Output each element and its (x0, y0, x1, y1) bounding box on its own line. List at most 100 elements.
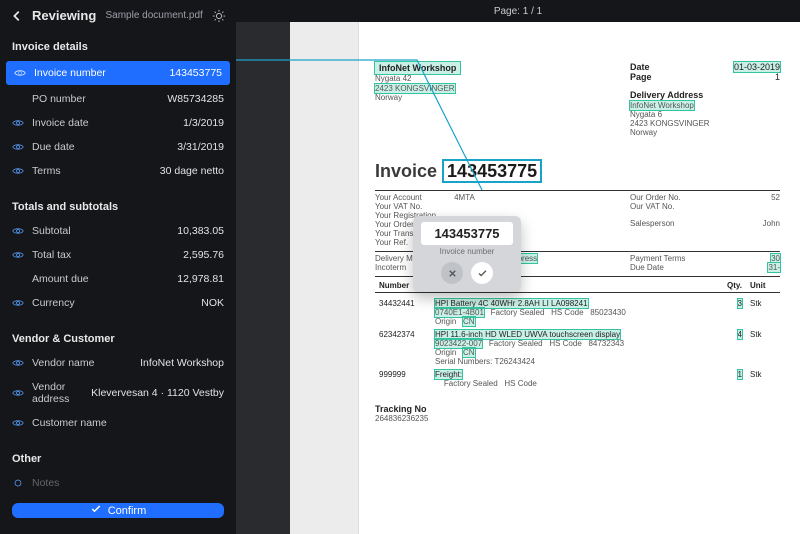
field-label: Total tax (32, 249, 175, 261)
field-currency[interactable]: Currency NOK (0, 291, 236, 315)
doc-your-account-v: 4MTA (454, 193, 475, 202)
th-unit: Unit (746, 279, 780, 293)
field-label: Vendor name (32, 357, 132, 369)
field-value: 1/3/2019 (183, 117, 224, 129)
li-sub: CN (463, 348, 475, 357)
eye-icon (12, 117, 24, 129)
section-other: Other (0, 443, 236, 471)
doc-delivery-label: Delivery Address (630, 90, 780, 100)
field-label: Notes (32, 477, 224, 489)
li-desc: Freight: (435, 370, 462, 379)
field-customer-name[interactable]: Customer name (0, 411, 236, 435)
field-total-tax[interactable]: Total tax 2,595.76 (0, 243, 236, 267)
doc-your-account: Your Account (375, 193, 422, 202)
field-label: Invoice date (32, 117, 175, 129)
li-sub: HS Code (504, 379, 536, 388)
li-unit: Stk (746, 368, 780, 390)
li-sub: Factory Sealed (444, 379, 498, 388)
eye-icon (12, 249, 24, 261)
field-label: Due date (32, 141, 169, 153)
doc-page-label: Page (630, 72, 652, 82)
field-label: Subtotal (32, 225, 169, 237)
field-value: W85734285 (167, 93, 224, 105)
li-sub: HS Code (551, 308, 583, 317)
doc-page-value: 1 (775, 72, 780, 82)
doc-due-date-v: 31- (768, 263, 780, 272)
field-value: 10,383.05 (177, 225, 224, 237)
li-sub: 0740E1-4B01 (435, 308, 484, 317)
section-totals: Totals and subtotals (0, 191, 236, 219)
li-unit: Stk (746, 297, 780, 328)
doc-incoterm: Incoterm (375, 263, 406, 272)
confirm-label: Confirm (108, 505, 147, 517)
field-label: Vendor address (32, 381, 83, 405)
field-terms[interactable]: Terms 30 dage netto (0, 159, 236, 183)
doc-delivery-country: Norway (630, 128, 780, 137)
field-vendor-address[interactable]: Vendor address Klevervesan 4 · 1120 Vest… (0, 375, 236, 411)
doc-delivery-city: 2423 KONGSVINGER (630, 119, 780, 128)
li-sub: 85023430 (590, 308, 626, 317)
document-page[interactable]: InfoNet Workshop Nygata 42 2423 KONGSVIN… (358, 22, 800, 534)
field-value: 2,595.76 (183, 249, 224, 261)
field-value: 3/31/2019 (177, 141, 224, 153)
field-label: Currency (32, 297, 193, 309)
li-sub: T26243424 (494, 357, 534, 366)
doc-sender-name: InfoNet Workshop (375, 62, 460, 74)
doc-payment-terms-v: 30 (771, 254, 780, 263)
field-value: 30 dage netto (160, 165, 224, 177)
field-value: Klevervesan 4 · 1120 Vestby (91, 387, 224, 399)
doc-sender-city: 2423 KONGSVINGER (375, 84, 455, 93)
page-mode-title: Reviewing (32, 8, 96, 23)
popover-reject-button[interactable] (441, 262, 463, 284)
doc-our-vat: Our VAT No. (630, 202, 780, 211)
field-label: Invoice number (34, 67, 161, 79)
gear-icon[interactable] (212, 9, 226, 23)
field-notes[interactable]: Notes (0, 471, 236, 495)
li-sub: 9023422-007 (435, 339, 482, 348)
field-po-number[interactable]: PO number W85734285 (0, 87, 236, 111)
field-invoice-date[interactable]: Invoice date 1/3/2019 (0, 111, 236, 135)
section-invoice-details: Invoice details (0, 31, 236, 59)
eye-icon (12, 297, 24, 309)
field-subtotal[interactable]: Subtotal 10,383.05 (0, 219, 236, 243)
li-sub: Origin (435, 348, 456, 357)
field-amount-due[interactable]: Amount due 12,978.81 (0, 267, 236, 291)
li-sub: CN (463, 317, 475, 326)
popover-value: 143453775 (421, 222, 513, 245)
doc-our-order-v: 52 (771, 193, 780, 202)
li-num: 62342374 (375, 328, 431, 368)
li-sub: Factory Sealed (489, 339, 543, 348)
li-desc: HPI 11.6-inch HD WLED UWVA touchscreen d… (435, 330, 620, 339)
line-item-row: 999999 Freight: Factory Sealed HS Code 1… (375, 368, 780, 390)
doc-invoice-number: 143453775 (442, 159, 542, 183)
th-qty: Qty. (712, 279, 746, 293)
value-popover: 143453775 Invoice number (413, 216, 521, 292)
doc-your-vat: Your VAT No. (375, 202, 630, 211)
doc-delivery-name: InfoNet Workshop (630, 101, 694, 110)
eye-icon (12, 417, 24, 429)
page-indicator: Page: 1 / 1 (494, 6, 542, 17)
doc-invoice-word: Invoice (375, 161, 437, 181)
doc-your-ref: Your Ref. (375, 238, 408, 247)
doc-tracking-label: Tracking No (375, 404, 780, 414)
doc-tracking-value: 264836236235 (375, 414, 780, 423)
eye-icon (12, 357, 24, 369)
back-arrow-icon[interactable] (10, 9, 24, 23)
doc-sender-country: Norway (375, 93, 630, 102)
field-invoice-number[interactable]: Invoice number 143453775 (6, 61, 230, 85)
line-item-row: 62342374 HPI 11.6-inch HD WLED UWVA touc… (375, 328, 780, 368)
popover-accept-button[interactable] (471, 262, 493, 284)
li-qty: 4 (738, 330, 742, 339)
doc-due-date-label: Due Date (630, 263, 664, 272)
field-vendor-name[interactable]: Vendor name InfoNet Workshop (0, 351, 236, 375)
confirm-button[interactable]: Confirm (12, 503, 224, 518)
li-sub: 84732343 (588, 339, 624, 348)
li-unit: Stk (746, 328, 780, 368)
field-due-date[interactable]: Due date 3/31/2019 (0, 135, 236, 159)
field-value: NOK (201, 297, 224, 309)
doc-delivery-street: Nygata 6 (630, 110, 780, 119)
doc-date-value: 01-03-2019 (734, 62, 780, 72)
field-label: Terms (32, 165, 152, 177)
eye-icon (12, 387, 24, 399)
eye-icon (14, 67, 26, 79)
